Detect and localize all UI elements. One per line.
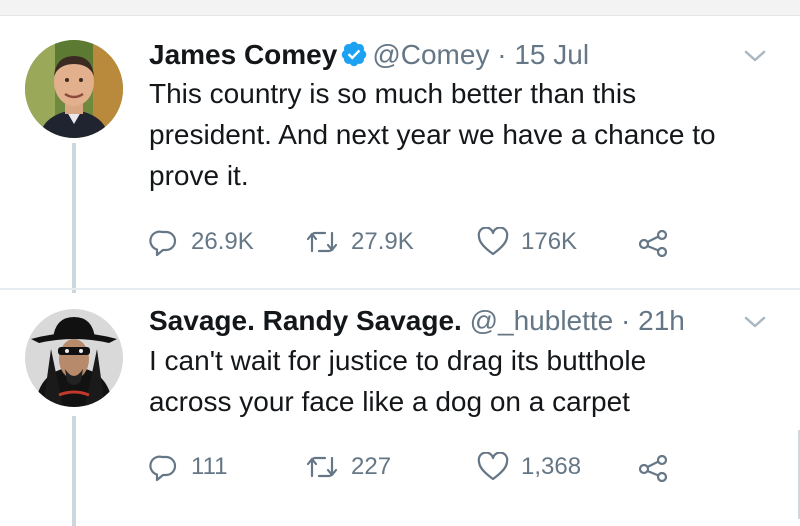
retweet-count: 227	[351, 453, 392, 480]
tweet-text-line: president. And next year we have a chanc…	[149, 119, 716, 150]
tweet-text-line: I can't wait for justice to drag its but…	[149, 345, 647, 376]
retweet-icon	[306, 231, 338, 253]
tweet[interactable]: Savage. Randy Savage. @_hublette · 21h I…	[0, 290, 800, 526]
tweet-text: This country is so much better than this…	[149, 73, 789, 196]
author-name[interactable]: James Comey	[149, 39, 337, 70]
separator-dot: ·	[497, 39, 507, 70]
author-handle[interactable]: @Comey	[372, 39, 489, 70]
reply-icon	[149, 455, 177, 482]
heart-icon	[477, 227, 509, 256]
retweet-button[interactable]: 227	[305, 447, 391, 487]
top-edge	[0, 0, 800, 16]
thread-line	[72, 143, 76, 293]
tweet-header: Savage. Randy Savage. @_hublette · 21h	[149, 304, 685, 338]
like-count: 176K	[521, 228, 578, 255]
share-icon	[638, 454, 668, 482]
chevron-down-icon[interactable]	[742, 46, 768, 66]
avatar[interactable]	[25, 309, 123, 407]
tweet-text: I can't wait for justice to drag its but…	[149, 340, 789, 422]
like-button[interactable]: 1,368	[477, 447, 581, 487]
tweet-text-line: across your face like a dog on a carpet	[149, 386, 630, 417]
like-button[interactable]: 176K	[477, 222, 577, 262]
retweet-button[interactable]: 27.9K	[305, 222, 414, 262]
retweet-count: 27.9K	[351, 228, 414, 255]
heart-icon	[477, 452, 509, 481]
share-button[interactable]	[637, 222, 669, 262]
retweet-icon	[306, 456, 338, 478]
share-icon	[638, 229, 668, 257]
tweet-header: James Comey @Comey · 15 Jul	[149, 38, 589, 72]
separator-dot: ·	[621, 305, 631, 336]
chevron-down-icon[interactable]	[742, 312, 768, 332]
avatar[interactable]	[25, 40, 123, 138]
tweet[interactable]: James Comey @Comey · 15 Jul This country …	[0, 16, 800, 293]
tweet-text-line: prove it.	[149, 160, 249, 191]
reply-button[interactable]: 111	[149, 447, 227, 487]
verified-badge-icon	[342, 41, 367, 67]
reply-count: 111	[191, 453, 228, 480]
thread-line	[72, 416, 76, 526]
share-button[interactable]	[637, 447, 669, 487]
reply-count: 26.9K	[191, 228, 254, 255]
tweet-timestamp[interactable]: 15 Jul	[514, 39, 589, 70]
tweet-text-line: This country is so much better than this	[149, 78, 637, 109]
like-count: 1,368	[521, 453, 582, 480]
author-handle[interactable]: @_hublette	[470, 305, 614, 336]
tweet-timestamp[interactable]: 21h	[638, 305, 685, 336]
reply-button[interactable]: 26.9K	[149, 222, 254, 262]
author-name[interactable]: Savage. Randy Savage.	[149, 305, 462, 336]
reply-icon	[149, 230, 177, 257]
